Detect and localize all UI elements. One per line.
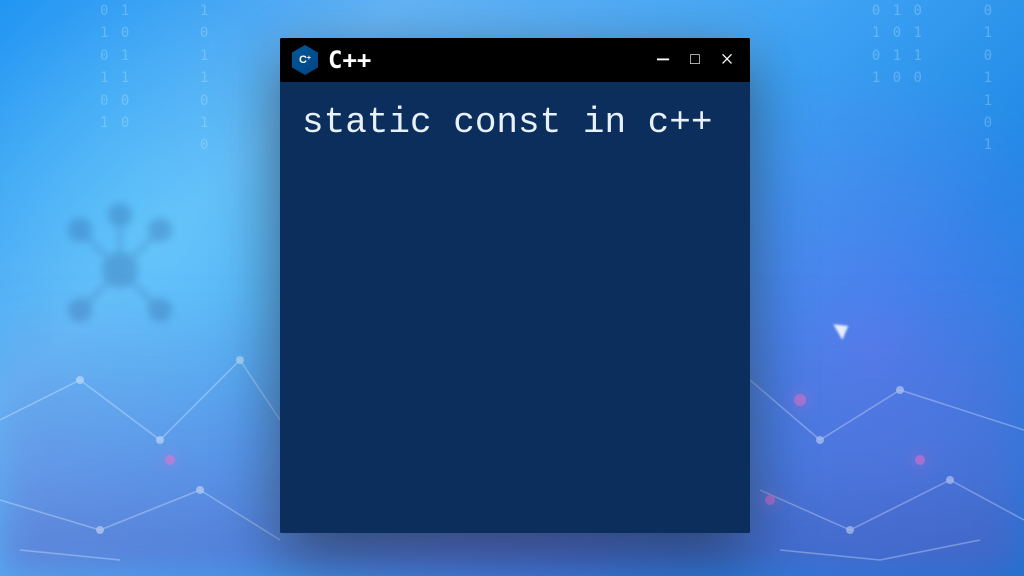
- cpp-logo-icon: C+: [292, 45, 318, 75]
- window-controls: − □ ×: [652, 49, 738, 71]
- window-titlebar[interactable]: C+ C++ − □ ×: [280, 38, 750, 82]
- close-button[interactable]: ×: [716, 49, 738, 71]
- window-body: static const in c++: [280, 82, 750, 533]
- code-window: C+ C++ − □ × static const in c++: [280, 38, 750, 533]
- maximize-button[interactable]: □: [684, 49, 706, 71]
- minimize-button[interactable]: −: [652, 49, 674, 71]
- window-title: C++: [328, 46, 642, 74]
- code-content: static const in c++: [302, 100, 728, 147]
